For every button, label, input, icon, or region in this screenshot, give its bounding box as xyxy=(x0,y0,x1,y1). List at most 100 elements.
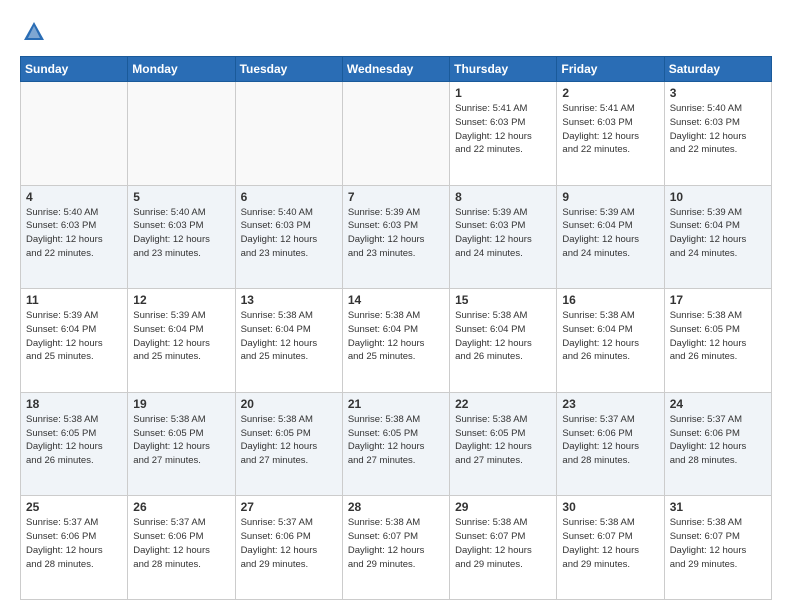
day-info: Sunrise: 5:38 AM Sunset: 6:04 PM Dayligh… xyxy=(348,309,444,364)
calendar-cell: 24Sunrise: 5:37 AM Sunset: 6:06 PM Dayli… xyxy=(664,392,771,496)
calendar-cell xyxy=(342,82,449,186)
calendar-cell: 25Sunrise: 5:37 AM Sunset: 6:06 PM Dayli… xyxy=(21,496,128,600)
calendar-cell: 12 Sunrise: 5:39 AM Sunset: 6:04 PM Dayli… xyxy=(128,289,235,393)
day-header-saturday: Saturday xyxy=(664,57,771,82)
day-number: 23 xyxy=(562,397,658,411)
day-number: 29 xyxy=(455,500,551,514)
header xyxy=(20,18,772,46)
day-number: 2 xyxy=(562,86,658,100)
calendar-cell: 31 Sunrise: 5:38 AM Sunset: 6:07 PM Dayli… xyxy=(664,496,771,600)
day-info: Sunrise: 5:38 AM Sunset: 6:05 PM Dayligh… xyxy=(133,413,229,468)
day-number: 13 xyxy=(241,293,337,307)
calendar-week-row: 25Sunrise: 5:37 AM Sunset: 6:06 PM Dayli… xyxy=(21,496,772,600)
calendar-cell xyxy=(128,82,235,186)
day-number: 3 xyxy=(670,86,766,100)
day-number: 15 xyxy=(455,293,551,307)
day-header-sunday: Sunday xyxy=(21,57,128,82)
day-number: 5 xyxy=(133,190,229,204)
calendar-cell: 29 Sunrise: 5:38 AM Sunset: 6:07 PM Dayli… xyxy=(450,496,557,600)
day-info: Sunrise: 5:39 AM Sunset: 6:04 PM Dayligh… xyxy=(133,309,229,364)
day-number: 9 xyxy=(562,190,658,204)
calendar-cell: 27Sunrise: 5:37 AM Sunset: 6:06 PM Dayli… xyxy=(235,496,342,600)
day-info: Sunrise: 5:38 AM Sunset: 6:04 PM Dayligh… xyxy=(562,309,658,364)
calendar-cell: 14 Sunrise: 5:38 AM Sunset: 6:04 PM Dayli… xyxy=(342,289,449,393)
day-number: 18 xyxy=(26,397,122,411)
day-info: Sunrise: 5:39 AM Sunset: 6:03 PM Dayligh… xyxy=(455,206,551,261)
day-info: Sunrise: 5:38 AM Sunset: 6:07 PM Dayligh… xyxy=(562,516,658,571)
calendar-cell: 4 Sunrise: 5:40 AM Sunset: 6:03 PM Daylig… xyxy=(21,185,128,289)
calendar-cell: 22Sunrise: 5:38 AM Sunset: 6:05 PM Dayli… xyxy=(450,392,557,496)
calendar-cell xyxy=(21,82,128,186)
day-header-tuesday: Tuesday xyxy=(235,57,342,82)
day-info: Sunrise: 5:38 AM Sunset: 6:05 PM Dayligh… xyxy=(670,309,766,364)
calendar-cell: 17 Sunrise: 5:38 AM Sunset: 6:05 PM Dayli… xyxy=(664,289,771,393)
day-info: Sunrise: 5:38 AM Sunset: 6:05 PM Dayligh… xyxy=(26,413,122,468)
day-info: Sunrise: 5:41 AM Sunset: 6:03 PM Dayligh… xyxy=(455,102,551,157)
calendar-cell: 16 Sunrise: 5:38 AM Sunset: 6:04 PM Dayli… xyxy=(557,289,664,393)
calendar-cell: 21 Sunrise: 5:38 AM Sunset: 6:05 PM Dayli… xyxy=(342,392,449,496)
calendar-cell: 19Sunrise: 5:38 AM Sunset: 6:05 PM Dayli… xyxy=(128,392,235,496)
day-number: 17 xyxy=(670,293,766,307)
day-info: Sunrise: 5:40 AM Sunset: 6:03 PM Dayligh… xyxy=(670,102,766,157)
day-number: 31 xyxy=(670,500,766,514)
calendar-cell xyxy=(235,82,342,186)
calendar-header-row: SundayMondayTuesdayWednesdayThursdayFrid… xyxy=(21,57,772,82)
day-info: Sunrise: 5:40 AM Sunset: 6:03 PM Dayligh… xyxy=(26,206,122,261)
day-info: Sunrise: 5:38 AM Sunset: 6:07 PM Dayligh… xyxy=(348,516,444,571)
calendar-week-row: 18 Sunrise: 5:38 AM Sunset: 6:05 PM Dayli… xyxy=(21,392,772,496)
day-number: 7 xyxy=(348,190,444,204)
calendar: SundayMondayTuesdayWednesdayThursdayFrid… xyxy=(20,56,772,600)
calendar-cell: 7 Sunrise: 5:39 AM Sunset: 6:03 PM Daylig… xyxy=(342,185,449,289)
day-number: 26 xyxy=(133,500,229,514)
day-info: Sunrise: 5:38 AM Sunset: 6:07 PM Dayligh… xyxy=(455,516,551,571)
day-info: Sunrise: 5:37 AM Sunset: 6:06 PM Dayligh… xyxy=(562,413,658,468)
day-number: 6 xyxy=(241,190,337,204)
day-number: 16 xyxy=(562,293,658,307)
calendar-cell: 5 Sunrise: 5:40 AM Sunset: 6:03 PM Daylig… xyxy=(128,185,235,289)
day-info: Sunrise: 5:38 AM Sunset: 6:05 PM Dayligh… xyxy=(241,413,337,468)
calendar-cell: 3 Sunrise: 5:40 AM Sunset: 6:03 PM Daylig… xyxy=(664,82,771,186)
day-info: Sunrise: 5:39 AM Sunset: 6:03 PM Dayligh… xyxy=(348,206,444,261)
day-number: 12 xyxy=(133,293,229,307)
logo xyxy=(20,18,52,46)
day-info: Sunrise: 5:40 AM Sunset: 6:03 PM Dayligh… xyxy=(133,206,229,261)
logo-icon xyxy=(20,18,48,46)
calendar-cell: 13Sunrise: 5:38 AM Sunset: 6:04 PM Dayli… xyxy=(235,289,342,393)
calendar-cell: 1 Sunrise: 5:41 AM Sunset: 6:03 PM Daylig… xyxy=(450,82,557,186)
day-info: Sunrise: 5:39 AM Sunset: 6:04 PM Dayligh… xyxy=(26,309,122,364)
day-info: Sunrise: 5:38 AM Sunset: 6:07 PM Dayligh… xyxy=(670,516,766,571)
page: SundayMondayTuesdayWednesdayThursdayFrid… xyxy=(0,0,792,612)
calendar-cell: 18 Sunrise: 5:38 AM Sunset: 6:05 PM Dayli… xyxy=(21,392,128,496)
day-number: 14 xyxy=(348,293,444,307)
day-number: 27 xyxy=(241,500,337,514)
day-info: Sunrise: 5:37 AM Sunset: 6:06 PM Dayligh… xyxy=(26,516,122,571)
calendar-cell: 8 Sunrise: 5:39 AM Sunset: 6:03 PM Daylig… xyxy=(450,185,557,289)
day-number: 11 xyxy=(26,293,122,307)
calendar-cell: 11 Sunrise: 5:39 AM Sunset: 6:04 PM Dayli… xyxy=(21,289,128,393)
day-info: Sunrise: 5:41 AM Sunset: 6:03 PM Dayligh… xyxy=(562,102,658,157)
day-info: Sunrise: 5:38 AM Sunset: 6:04 PM Dayligh… xyxy=(455,309,551,364)
day-info: Sunrise: 5:40 AM Sunset: 6:03 PM Dayligh… xyxy=(241,206,337,261)
calendar-cell: 30Sunrise: 5:38 AM Sunset: 6:07 PM Dayli… xyxy=(557,496,664,600)
calendar-cell: 10Sunrise: 5:39 AM Sunset: 6:04 PM Dayli… xyxy=(664,185,771,289)
calendar-cell: 23 Sunrise: 5:37 AM Sunset: 6:06 PM Dayli… xyxy=(557,392,664,496)
calendar-week-row: 4 Sunrise: 5:40 AM Sunset: 6:03 PM Daylig… xyxy=(21,185,772,289)
calendar-cell: 2 Sunrise: 5:41 AM Sunset: 6:03 PM Daylig… xyxy=(557,82,664,186)
calendar-cell: 20Sunrise: 5:38 AM Sunset: 6:05 PM Dayli… xyxy=(235,392,342,496)
calendar-week-row: 1 Sunrise: 5:41 AM Sunset: 6:03 PM Daylig… xyxy=(21,82,772,186)
day-number: 1 xyxy=(455,86,551,100)
day-info: Sunrise: 5:38 AM Sunset: 6:05 PM Dayligh… xyxy=(348,413,444,468)
day-number: 4 xyxy=(26,190,122,204)
day-info: Sunrise: 5:39 AM Sunset: 6:04 PM Dayligh… xyxy=(670,206,766,261)
calendar-cell: 6 Sunrise: 5:40 AM Sunset: 6:03 PM Daylig… xyxy=(235,185,342,289)
day-number: 8 xyxy=(455,190,551,204)
calendar-week-row: 11 Sunrise: 5:39 AM Sunset: 6:04 PM Dayli… xyxy=(21,289,772,393)
day-number: 28 xyxy=(348,500,444,514)
day-number: 22 xyxy=(455,397,551,411)
day-header-friday: Friday xyxy=(557,57,664,82)
day-number: 21 xyxy=(348,397,444,411)
day-number: 24 xyxy=(670,397,766,411)
day-header-wednesday: Wednesday xyxy=(342,57,449,82)
calendar-cell: 15 Sunrise: 5:38 AM Sunset: 6:04 PM Dayli… xyxy=(450,289,557,393)
day-header-thursday: Thursday xyxy=(450,57,557,82)
